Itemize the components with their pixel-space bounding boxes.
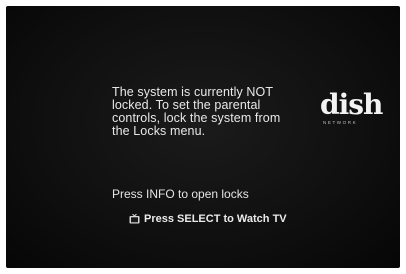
info-instruction: Press INFO to open locks [112,187,249,201]
message-line-4: the Locks menu. [112,124,206,138]
select-instruction: Press SELECT to Watch TV [144,213,287,225]
logo-subtitle: NETWORK [323,120,358,125]
select-watch-tv[interactable]: Press SELECT to Watch TV [129,213,287,225]
tv-screen: The system is currently NOT locked. To s… [6,6,400,268]
tv-icon [129,213,140,223]
dish-network-logo: dish NETWORK [320,90,390,134]
logo-wordmark: dish [320,88,383,121]
parental-controls-message: The system is currently NOT locked. To s… [112,86,312,138]
